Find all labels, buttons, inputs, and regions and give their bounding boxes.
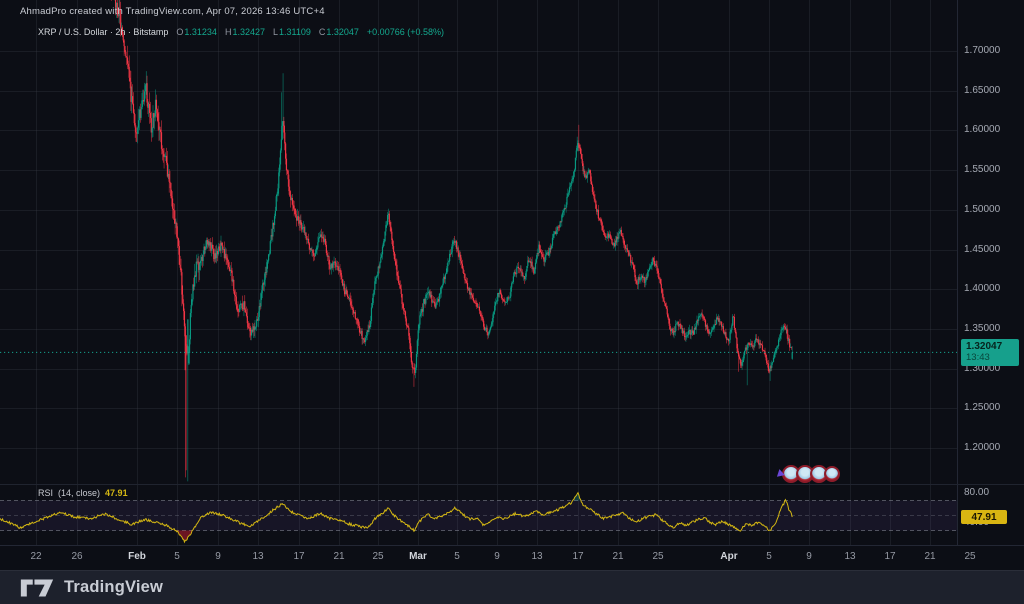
symbol-legend: XRP / U.S. Dollar · 2h · Bitstamp O 1.312… (38, 27, 444, 37)
ohlc-item: L 1.31109 (272, 27, 311, 37)
time-tick-label: 5 (174, 551, 180, 562)
time-tick-label: 13 (531, 551, 543, 562)
time-tick-label: 9 (494, 551, 500, 562)
time-tick-label: 25 (372, 551, 384, 562)
price-axis[interactable]: 1.70000 1.65000 1.60000 1.55000 1.50000 1.450… (958, 0, 1024, 545)
ohlc-item: H 1.32427 (224, 27, 265, 37)
change-value: +0.00766 (+0.58%) (366, 27, 444, 37)
pane-separator[interactable] (0, 484, 1024, 485)
ohlc-values: O 1.31234 H 1.32427 L 1.31109 C 1.32047 (176, 27, 359, 37)
rsi-value-badge: 47.91 (961, 510, 1007, 524)
time-tick-label: 13 (252, 551, 264, 562)
rsi-badge-value: 47.91 (971, 511, 997, 523)
price-tick-label: 1.60000 (964, 124, 1001, 136)
time-tick-label: 21 (924, 551, 936, 562)
ohlc-item: O 1.31234 (176, 27, 217, 37)
time-tick-label: 5 (766, 551, 772, 562)
price-tick-label: 1.45000 (964, 243, 1001, 255)
price-tick-label: 1.70000 (964, 45, 1001, 56)
price-tick-label: 1.25000 (964, 402, 1001, 414)
time-tick-label: 17 (572, 551, 584, 562)
time-tick-label: Feb (128, 551, 146, 562)
price-tick-label: 1.20000 (964, 442, 1001, 453)
rsi-legend: RSI (14, close) 47.91 (38, 488, 128, 498)
time-tick-label: 17 (293, 551, 305, 562)
time-tick-label: 9 (215, 551, 221, 562)
time-tick-label: 26 (71, 551, 83, 562)
price-tick-label: 1.55000 (964, 164, 1001, 176)
rsi-params: (14, close) (58, 488, 101, 498)
time-tick-label: 13 (844, 551, 856, 562)
symbol-title[interactable]: XRP / U.S. Dollar · 2h · Bitstamp (38, 27, 168, 37)
last-price-value: 1.32047 (966, 341, 1003, 352)
price-tick-label: 1.65000 (964, 84, 1001, 96)
time-tick-label: 17 (884, 551, 896, 562)
time-tick-label: 25 (652, 551, 664, 562)
time-tick-label: Mar (409, 551, 427, 562)
bar-countdown: 13:43 (966, 352, 990, 363)
time-tick-label: 22 (30, 551, 42, 562)
time-tick-label: Apr (720, 551, 738, 562)
chart-root: AhmadPro created with TradingView.com, A… (0, 0, 1024, 604)
attribution-text: AhmadPro created with TradingView.com, A… (20, 6, 325, 17)
rsi-tick-label: 80.00 (964, 487, 990, 498)
time-tick-label: 25 (964, 551, 976, 562)
price-tick-label: 1.50000 (964, 203, 1001, 215)
emoji-stickers[interactable] (776, 462, 840, 486)
tradingview-brand-text[interactable]: TradingView (64, 578, 163, 597)
time-tick-label: 5 (454, 551, 460, 562)
price-tick-label: 1.35000 (964, 322, 1001, 334)
rsi-value: 47.91 (105, 488, 128, 498)
last-price-badge: 1.32047 13:43 (961, 339, 1019, 366)
time-tick-label: 21 (333, 551, 345, 562)
sticker-icon[interactable] (824, 466, 840, 482)
rsi-title[interactable]: RSI (38, 488, 53, 498)
time-tick-label: 9 (806, 551, 812, 562)
time-axis[interactable]: 22 26 Feb 5 9 13 17 21 25 Mar 5 9 13 17 21 25 Apr 5 9 13 17 2… (0, 546, 1024, 568)
price-tick-label: 1.40000 (964, 283, 1001, 295)
footer-toolbar: TradingView (0, 570, 1024, 604)
tradingview-logo-icon[interactable] (20, 578, 54, 598)
time-tick-label: 21 (612, 551, 624, 562)
ohlc-item: C 1.32047 (318, 27, 359, 37)
